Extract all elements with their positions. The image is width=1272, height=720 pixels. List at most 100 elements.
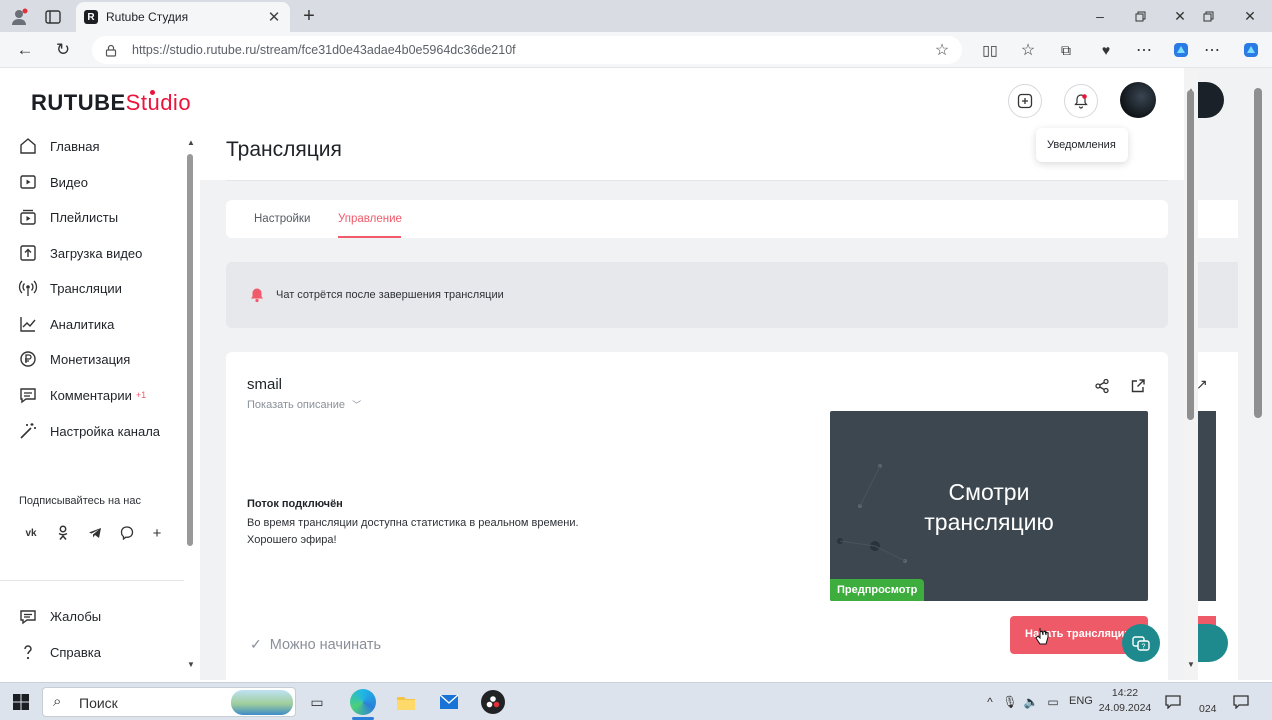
support-chat-button[interactable]: ? [1122, 624, 1160, 662]
sidebar-scrollbar[interactable]: ▲ ▼ [184, 138, 196, 676]
volume-icon[interactable]: 🔈 [1022, 692, 1040, 712]
tabs-card: Настройки Управление [226, 200, 1168, 238]
stream-preview[interactable]: Смотри трансляцию Предпросмотр [830, 411, 1148, 601]
more-menu-icon[interactable]: ⋯ [1134, 39, 1154, 61]
wand-icon [20, 423, 36, 439]
share-icon[interactable] [1092, 376, 1112, 396]
page-scroll-down-icon[interactable]: ▼ [1187, 660, 1195, 669]
home-icon [20, 138, 36, 154]
analytics-icon [20, 317, 36, 332]
split-screen-icon[interactable]: ▯▯ [980, 39, 1000, 61]
tab-management[interactable]: Управление [338, 213, 402, 225]
ok-icon[interactable] [52, 522, 74, 544]
url-field[interactable]: https://studio.rutube.ru/stream/fce31d0e… [92, 36, 962, 64]
copilot-outer-icon[interactable] [1240, 39, 1262, 61]
restore-icon[interactable] [1130, 5, 1150, 27]
telegram-icon[interactable] [84, 522, 106, 544]
network-icon[interactable]: ▭ [1044, 692, 1062, 712]
tab-settings[interactable]: Настройки [254, 213, 310, 225]
taskbar-search-label: Поиск [79, 695, 118, 711]
restore-outer-icon[interactable] [1198, 5, 1218, 27]
url-text: https://studio.rutube.ru/stream/fce31d0e… [132, 43, 516, 57]
favorite-star-icon[interactable]: ☆ [932, 40, 952, 60]
avatar[interactable] [1120, 82, 1156, 118]
create-button[interactable] [1008, 84, 1042, 118]
file-explorer-icon[interactable] [394, 691, 418, 713]
logo[interactable]: RUTUBEStudio [31, 90, 191, 116]
notifications-button[interactable] [1064, 84, 1098, 118]
sidebar-item-home[interactable]: Главная [18, 134, 99, 158]
clock[interactable]: 14:22 24.09.2024 [1098, 686, 1152, 716]
sidebar-item-channel-settings[interactable]: Настройка канала [18, 419, 160, 443]
sidebar-item-video[interactable]: Видео [18, 170, 88, 194]
preview-text-line2: трансляцию [924, 509, 1054, 535]
close-tab-icon[interactable]: ✕ [266, 9, 282, 26]
minimize-icon[interactable]: – [1090, 5, 1110, 27]
sidebar-item-label: Видео [50, 174, 88, 190]
new-tab-icon[interactable]: + [298, 5, 320, 27]
more-socials-icon[interactable]: + [146, 522, 168, 544]
rutube-tab-icon: R [84, 10, 98, 24]
more-menu-outer-icon[interactable]: ⋯ [1202, 39, 1222, 61]
preview-text: Смотри трансляцию [900, 477, 1078, 537]
tray-expand-icon[interactable]: ^ [982, 692, 998, 712]
sidebar-item-broadcasts[interactable]: Трансляции [18, 276, 122, 300]
back-icon[interactable]: ← [14, 39, 36, 61]
notification-center-outer-icon[interactable] [1230, 691, 1252, 713]
ready-status: ✓ Можно начинать [250, 636, 381, 653]
profile-icon[interactable] [8, 6, 30, 28]
refresh-icon[interactable]: ↻ [52, 39, 74, 61]
preview-badge: Предпросмотр [830, 579, 925, 601]
tab-title: Rutube Студия [106, 10, 189, 24]
taskbar-search[interactable]: ⌕ Поиск [42, 687, 296, 717]
notifications-tooltip: Уведомления [1036, 128, 1128, 162]
notice-text: Чат сотрётся после завершения трансляции [276, 289, 504, 301]
close-window-icon[interactable]: ✕ [1170, 5, 1190, 27]
sidebar-item-label: Аналитика [50, 316, 115, 332]
copilot-icon[interactable] [1170, 39, 1192, 61]
close-outer-icon[interactable]: ✕ [1240, 5, 1260, 27]
extensions-icon[interactable]: ♥ [1096, 39, 1116, 61]
subscribe-title: Подписывайтесь на нас [19, 495, 141, 507]
collections-icon[interactable]: ⧉ [1056, 39, 1076, 61]
edge-app-icon[interactable] [350, 689, 376, 715]
comments-icon [20, 388, 36, 404]
vk-icon[interactable]: vk [20, 522, 42, 544]
scroll-up-icon[interactable]: ▲ [187, 138, 195, 147]
favorites-icon[interactable]: ☆ [1018, 39, 1038, 61]
broadcast-icon [18, 280, 38, 296]
microphone-icon[interactable]: 🎙 [1002, 692, 1018, 712]
sidebar: RUTUBEStudio Главная Видео Плейлисты Заг… [0, 68, 200, 680]
sidebar-item-complaints[interactable]: Жалобы [18, 604, 101, 628]
show-description-label: Показать описание [247, 399, 345, 411]
logo-dot [150, 90, 155, 95]
open-external-icon[interactable] [1128, 376, 1148, 396]
sidebar-item-help[interactable]: Справка [18, 640, 101, 664]
main-content: Трансляция Настройки Управление Чат сотр… [200, 68, 1184, 680]
sidebar-item-playlists[interactable]: Плейлисты [18, 205, 118, 229]
notification-center-icon[interactable] [1162, 691, 1184, 713]
windows-start-icon[interactable] [10, 691, 32, 713]
check-icon: ✓ [250, 636, 262, 652]
obs-app-icon[interactable] [481, 690, 505, 714]
scroll-down-icon[interactable]: ▼ [187, 660, 195, 669]
title-divider [226, 180, 1168, 181]
stream-status-title: Поток подключён [247, 498, 343, 510]
sidebar-item-monetization[interactable]: Монетизация [18, 347, 130, 371]
sidebar-item-label: Настройка канала [50, 423, 161, 439]
tab-actions-icon[interactable] [42, 6, 64, 28]
show-description-link[interactable]: Показать описание ﹀ [247, 398, 361, 411]
viber-icon[interactable] [116, 522, 138, 544]
sidebar-item-upload[interactable]: Загрузка видео [18, 241, 142, 265]
page-scrollbar[interactable]: ▲ ▼ [1184, 68, 1198, 680]
task-view-icon[interactable]: ▭ [306, 691, 328, 713]
mail-icon[interactable] [437, 691, 461, 713]
sidebar-item-label: Трансляции [50, 280, 122, 296]
page-scroll-thumb[interactable] [1187, 90, 1194, 420]
outer-scrollbar [1254, 88, 1262, 418]
sidebar-item-comments[interactable]: Комментарии +1 [18, 383, 146, 407]
language-indicator[interactable]: ENG [1069, 695, 1093, 707]
sidebar-scroll-thumb[interactable] [187, 154, 193, 546]
sidebar-item-analytics[interactable]: Аналитика [18, 312, 114, 336]
browser-tab[interactable]: R Rutube Студия ✕ [76, 2, 290, 32]
